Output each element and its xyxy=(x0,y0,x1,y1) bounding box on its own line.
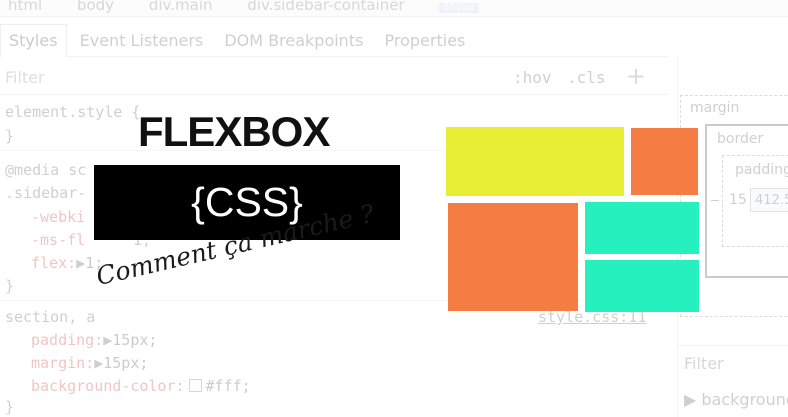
margin-label: margin xyxy=(690,100,740,116)
tab-event-listeners[interactable]: Event Listeners xyxy=(72,25,212,56)
dom-breadcrumb: html body div.main div.sidebar-container… xyxy=(0,0,788,17)
flex-property[interactable]: flex:▶1; xyxy=(31,254,103,272)
styles-filter-input[interactable]: Filter xyxy=(5,68,45,87)
background-color-property[interactable]: background-color: #fff; xyxy=(31,377,251,395)
element-style-close: } xyxy=(5,127,15,145)
breadcrumb-sidebar-container[interactable]: div.sidebar-container xyxy=(247,0,404,13)
element-style-selector[interactable]: element.style { xyxy=(5,103,140,121)
flex-block-orange-small xyxy=(631,128,698,195)
box-model-content[interactable]: 412.5 xyxy=(750,188,788,212)
padding-label: padding xyxy=(735,162,788,178)
devtools-tab-bar: Styles Event Listeners DOM Breakpoints P… xyxy=(0,24,668,58)
computed-property-name: background xyxy=(701,390,788,409)
tab-styles[interactable]: Styles xyxy=(0,24,67,58)
color-swatch-icon[interactable] xyxy=(188,379,202,392)
breadcrumb-html[interactable]: html xyxy=(8,0,42,13)
flex-block-orange-large xyxy=(448,203,578,311)
webkit-property-name: -webki xyxy=(31,208,86,226)
webkit-property[interactable]: -webki xyxy=(31,208,85,226)
ms-flex-property-name: -ms-fl xyxy=(31,231,86,249)
computed-filter-input[interactable]: Filter xyxy=(684,354,724,373)
page-title: FLEXBOX xyxy=(138,108,330,155)
flex-block-yellow xyxy=(446,127,624,196)
flex-block-teal-top xyxy=(585,202,699,254)
expand-triangle-icon[interactable]: ▶ xyxy=(94,354,103,372)
box-model-left-value[interactable]: 15 xyxy=(729,192,747,208)
background-color-property-name: background-color: xyxy=(31,377,185,395)
padding-property[interactable]: padding:▶15px; xyxy=(31,331,157,349)
margin-property-value: 15px; xyxy=(103,354,149,372)
breadcrumb-size-badge: 650px xyxy=(439,3,479,13)
margin-property[interactable]: margin:▶15px; xyxy=(31,354,148,372)
ms-flex-property[interactable]: -ms-fl xyxy=(31,231,85,249)
padding-property-value: 15px; xyxy=(112,331,158,349)
background-color-property-value: #fff; xyxy=(205,377,251,395)
sidebar-rule-close: } xyxy=(5,277,15,295)
section-rule-close: } xyxy=(5,398,15,416)
box-model-dash xyxy=(711,200,719,201)
border-label: border xyxy=(717,131,764,147)
computed-property-background[interactable]: ▶ background xyxy=(684,390,788,409)
expand-triangle-icon[interactable]: ▶ xyxy=(76,254,85,272)
hover-state-toggle[interactable]: :hov xyxy=(513,68,552,87)
breadcrumb-div-main[interactable]: div.main xyxy=(149,0,213,13)
breadcrumb-body[interactable]: body xyxy=(77,0,114,13)
section-selector[interactable]: section, a xyxy=(5,308,95,326)
expand-triangle-icon[interactable]: ▶ xyxy=(684,390,701,409)
margin-property-name: margin: xyxy=(31,354,95,372)
media-query: @media sc xyxy=(5,161,87,179)
tab-properties[interactable]: Properties xyxy=(377,25,474,56)
sidebar-selector[interactable]: .sidebar- xyxy=(5,184,86,202)
flex-block-teal-bottom xyxy=(585,260,699,312)
class-toggle[interactable]: .cls xyxy=(567,68,606,87)
add-rule-icon[interactable]: + xyxy=(626,62,646,90)
flex-property-name: flex: xyxy=(31,254,77,272)
padding-property-name: padding: xyxy=(31,331,104,349)
expand-triangle-icon[interactable]: ▶ xyxy=(103,331,112,349)
tab-dom-breakpoints[interactable]: DOM Breakpoints xyxy=(216,25,371,56)
styles-filter-bar: Filter :hov .cls + xyxy=(0,60,668,95)
panel-divider xyxy=(677,345,788,346)
